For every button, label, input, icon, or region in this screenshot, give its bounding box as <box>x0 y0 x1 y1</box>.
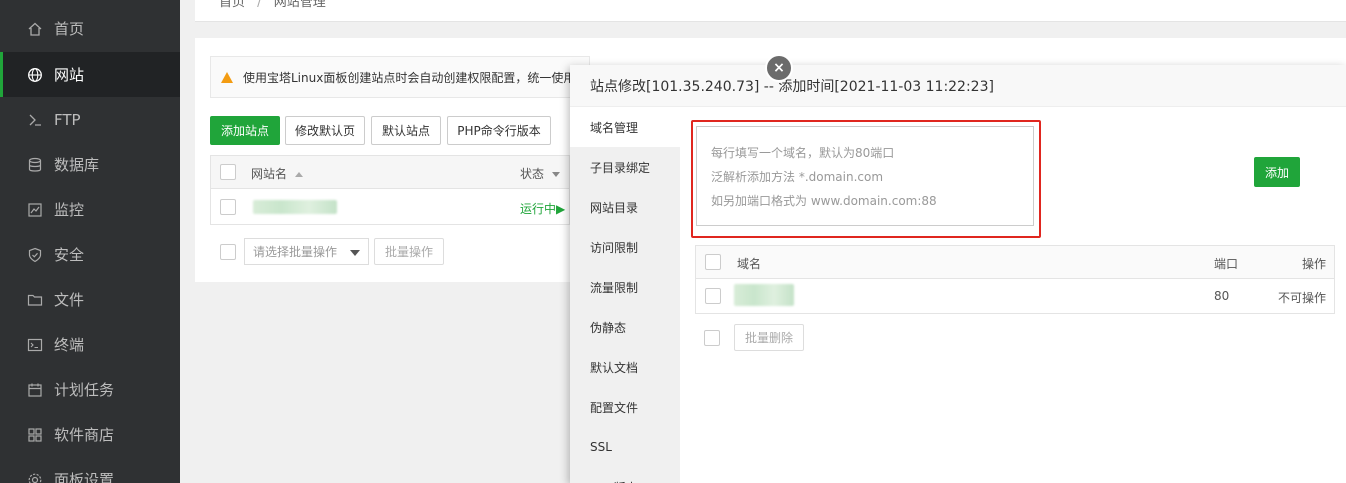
breadcrumb: 首页 / 网站管理 <box>195 0 1346 22</box>
sidebar-item-settings[interactable]: 面板设置 <box>0 457 180 483</box>
row-checkbox[interactable] <box>220 199 236 215</box>
sidebar-item-security[interactable]: 安全 <box>0 232 180 277</box>
sidebar-item-website[interactable]: 网站 <box>0 52 180 97</box>
chevron-down-icon <box>350 250 360 256</box>
batch-delete-button[interactable]: 批量删除 <box>734 324 804 351</box>
grid-icon <box>26 426 44 444</box>
row-action: 不可操作 <box>1278 291 1327 305</box>
row-checkbox[interactable] <box>705 288 721 304</box>
sidebar-item-files[interactable]: 文件 <box>0 277 180 322</box>
breadcrumb-home[interactable]: 首页 <box>219 0 245 10</box>
sidebar-item-label: 首页 <box>54 20 85 38</box>
warning-icon <box>221 71 233 83</box>
tab-domain-management[interactable]: 域名管理 <box>570 107 680 147</box>
add-site-button[interactable]: 添加站点 <box>210 116 280 145</box>
add-domain-button[interactable]: 添加 <box>1254 157 1300 187</box>
tab-php-version[interactable]: PHP版本 <box>570 467 680 483</box>
sidebar-item-monitor[interactable]: 监控 <box>0 187 180 232</box>
sidebar-item-label: 终端 <box>54 336 85 354</box>
sidebar-item-ftp[interactable]: FTP <box>0 97 180 142</box>
tab-access-restriction[interactable]: 访问限制 <box>570 227 680 267</box>
tab-default-document[interactable]: 默认文档 <box>570 347 680 387</box>
redacted-domain <box>734 284 794 306</box>
sort-down-icon <box>551 172 560 177</box>
sidebar-item-label: 监控 <box>54 201 85 219</box>
domain-table: 域名 端口 操作 80 不可操作 <box>695 245 1335 314</box>
close-icon[interactable]: × <box>765 54 793 82</box>
tab-config-file[interactable]: 配置文件 <box>570 387 680 427</box>
tab-ssl[interactable]: SSL <box>570 427 680 467</box>
database-icon <box>26 156 44 174</box>
sidebar-item-terminal[interactable]: 终端 <box>0 322 180 367</box>
default-site-button[interactable]: 默认站点 <box>371 116 441 145</box>
placeholder-line-1: 每行填写一个域名，默认为80端口 <box>711 146 895 160</box>
column-domain: 域名 <box>737 257 762 271</box>
column-port: 端口 <box>1214 257 1239 271</box>
sort-by-name[interactable]: 网站名 <box>251 165 303 182</box>
batch-checkbox[interactable] <box>220 244 236 260</box>
column-status: 状态 <box>520 167 545 181</box>
sidebar-item-label: 软件商店 <box>54 426 115 444</box>
breadcrumb-current: 网站管理 <box>273 0 326 10</box>
site-edit-dialog: 站点修改[101.35.240.73] -- 添加时间[2021-11-03 1… <box>570 65 1346 483</box>
redacted-site-name <box>253 200 337 214</box>
batch-checkbox[interactable] <box>704 330 720 346</box>
terminal-icon <box>26 336 44 354</box>
sidebar-item-label: 数据库 <box>54 156 100 174</box>
table-header: 域名 端口 操作 <box>695 245 1335 279</box>
placeholder-line-3: 如另加端口格式为 www.domain.com:88 <box>711 194 937 208</box>
status-running[interactable]: 运行中▶ <box>520 200 565 217</box>
select-all-checkbox[interactable] <box>220 164 236 180</box>
tab-subdirectory-binding[interactable]: 子目录绑定 <box>570 147 680 187</box>
shield-icon <box>26 246 44 264</box>
home-icon <box>26 20 44 38</box>
php-cli-version-button[interactable]: PHP命令行版本 <box>447 116 551 145</box>
sidebar-item-cron[interactable]: 计划任务 <box>0 367 180 412</box>
sidebar-item-label: 面板设置 <box>54 471 115 483</box>
select-all-checkbox[interactable] <box>705 254 721 270</box>
batch-select-value: 请选择批量操作 <box>253 245 338 259</box>
sidebar-item-label: 网站 <box>54 66 85 84</box>
batch-operation-button[interactable]: 批量操作 <box>374 238 444 265</box>
tab-traffic-limit[interactable]: 流量限制 <box>570 267 680 307</box>
monitor-icon <box>26 201 44 219</box>
gear-icon <box>26 471 44 483</box>
site-table: 网站名 状态 运行中▶ <box>210 155 570 225</box>
sidebar-item-home[interactable]: 首页 <box>0 6 180 51</box>
dialog-title: 站点修改[101.35.240.73] -- 添加时间[2021-11-03 1… <box>570 65 1346 107</box>
table-row: 80 不可操作 <box>695 279 1335 314</box>
domain-textarea[interactable]: 每行填写一个域名，默认为80端口 泛解析添加方法 *.domain.com 如另… <box>696 126 1034 226</box>
column-action: 操作 <box>1302 257 1327 271</box>
sidebar-item-label: 计划任务 <box>54 381 115 399</box>
sort-up-icon <box>294 172 303 177</box>
tab-site-directory[interactable]: 网站目录 <box>570 187 680 227</box>
row-port: 80 <box>1214 289 1230 303</box>
globe-icon <box>26 66 44 84</box>
column-name: 网站名 <box>251 167 288 181</box>
calendar-icon <box>26 381 44 399</box>
sidebar-item-store[interactable]: 软件商店 <box>0 412 180 457</box>
sidebar-item-label: 安全 <box>54 246 85 264</box>
table-row: 运行中▶ <box>210 189 570 225</box>
ftp-icon <box>26 111 44 129</box>
notice-bar: 使用宝塔Linux面板创建站点时会自动创建权限配置，统一使用 <box>210 56 590 98</box>
sidebar: 首页 网站 FTP 数据库 监控 安全 文件 终端 计划任务 软件商店 面板设置 <box>0 0 180 483</box>
tab-rewrite[interactable]: 伪静态 <box>570 307 680 347</box>
modify-default-page-button[interactable]: 修改默认页 <box>285 116 365 145</box>
dialog-tabs: 域名管理 子目录绑定 网站目录 访问限制 流量限制 伪静态 默认文档 配置文件 … <box>570 107 680 483</box>
folder-icon <box>26 291 44 309</box>
batch-operation-select[interactable]: 请选择批量操作 <box>244 238 369 265</box>
sidebar-item-database[interactable]: 数据库 <box>0 142 180 187</box>
placeholder-line-2: 泛解析添加方法 *.domain.com <box>711 170 884 184</box>
sidebar-item-label: 文件 <box>54 291 85 309</box>
breadcrumb-separator: / <box>257 0 262 10</box>
notice-text: 使用宝塔Linux面板创建站点时会自动创建权限配置，统一使用 <box>243 70 576 85</box>
sidebar-item-label: FTP <box>54 110 81 129</box>
table-header: 网站名 状态 <box>210 155 570 189</box>
sort-by-status[interactable]: 状态 <box>520 165 560 182</box>
